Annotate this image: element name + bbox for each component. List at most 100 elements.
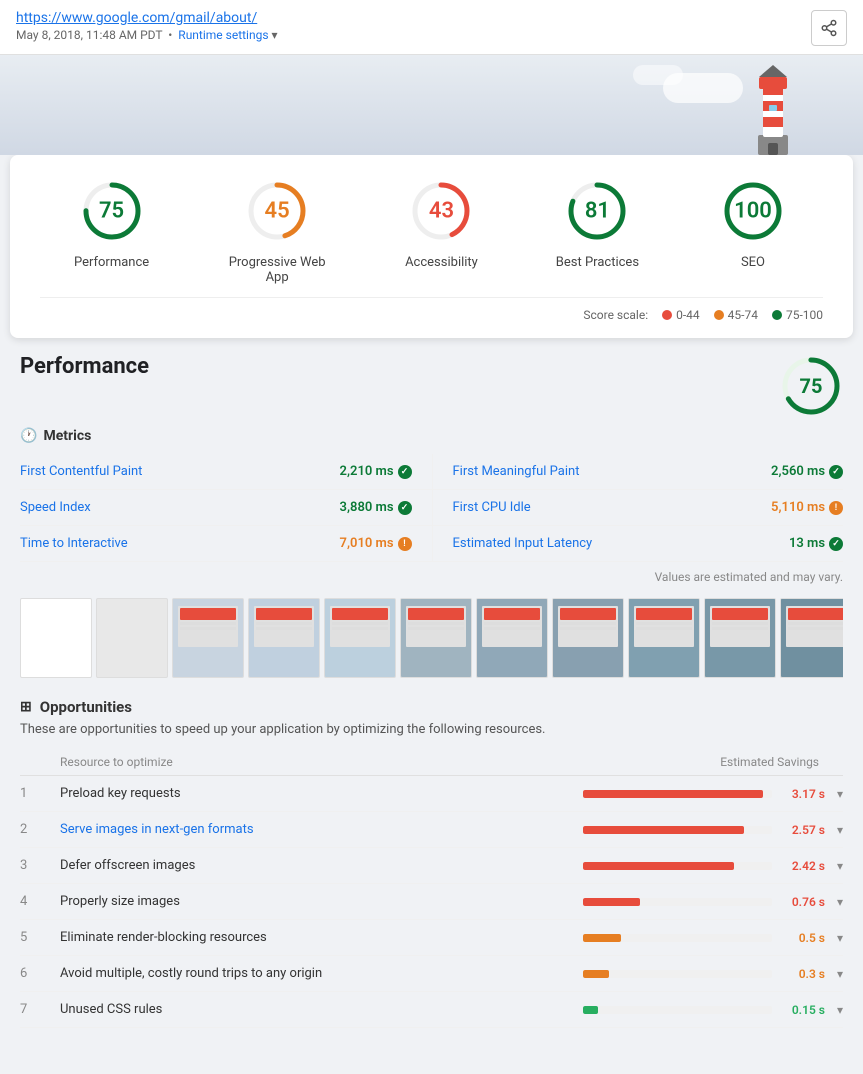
- savings-value: 2.57 s: [780, 823, 825, 837]
- stopwatch-icon: 🕐: [20, 428, 37, 444]
- metrics-header: 🕐 Metrics: [20, 428, 843, 444]
- opp-name[interactable]: Defer offscreen images: [60, 858, 583, 873]
- savings-value: 2.42 s: [780, 859, 825, 873]
- metric-name[interactable]: Estimated Input Latency: [453, 536, 593, 551]
- hero-banner: [0, 55, 863, 155]
- metric-name[interactable]: First Meaningful Paint: [453, 464, 580, 479]
- opportunities-list: 1 Preload key requests 3.17 s ▾ 2 Serve …: [20, 776, 843, 1028]
- filmstrip-frame: [400, 598, 472, 678]
- scale-dot-red: [662, 310, 672, 320]
- score-item-best-practices[interactable]: 81 Best Practices: [556, 175, 639, 270]
- performance-title: Performance: [20, 354, 149, 379]
- metric-value: 2,560 ms ✓: [771, 464, 843, 479]
- metric-name[interactable]: First Contentful Paint: [20, 464, 142, 479]
- opp-name[interactable]: Serve images in next-gen formats: [60, 822, 583, 837]
- opp-savings: 0.5 s ▾: [583, 931, 843, 945]
- share-button[interactable]: [811, 10, 847, 46]
- savings-bar-fill: [583, 790, 763, 798]
- chevron-down-icon[interactable]: ▾: [837, 787, 843, 801]
- opportunity-row[interactable]: 5 Eliminate render-blocking resources 0.…: [20, 920, 843, 956]
- metric-name[interactable]: Speed Index: [20, 500, 91, 515]
- metric-value: 2,210 ms ✓: [340, 464, 412, 479]
- chevron-down-icon[interactable]: ▾: [837, 931, 843, 945]
- metric-name[interactable]: First CPU Idle: [453, 500, 531, 515]
- metric-row: Speed Index 3,880 ms ✓: [20, 490, 432, 526]
- filmstrip-frame: [628, 598, 700, 678]
- opp-number: 3: [20, 858, 60, 873]
- score-item-seo[interactable]: 100 SEO: [717, 175, 789, 270]
- performance-score-circle: 75: [779, 354, 843, 418]
- score-value-pwa: 45: [265, 199, 290, 224]
- filmstrip: [20, 594, 843, 682]
- score-value-performance: 75: [99, 199, 124, 224]
- status-dot-green: ✓: [829, 537, 843, 551]
- metric-value: 13 ms ✓: [789, 536, 843, 551]
- status-dot-green: ✓: [398, 465, 412, 479]
- score-item-performance[interactable]: 75 Performance: [74, 175, 149, 270]
- chevron-down-icon[interactable]: ▾: [837, 967, 843, 981]
- scale-red: 0-44: [662, 308, 700, 322]
- scores-card: 75 Performance 45 Progressive Web App 43…: [10, 155, 853, 338]
- savings-bar-fill: [583, 970, 609, 978]
- opp-savings: 2.57 s ▾: [583, 823, 843, 837]
- score-item-pwa[interactable]: 45 Progressive Web App: [227, 175, 327, 285]
- opp-savings: 2.42 s ▾: [583, 859, 843, 873]
- opp-number: 6: [20, 966, 60, 981]
- performance-score-value: 75: [800, 374, 823, 398]
- opp-name[interactable]: Preload key requests: [60, 786, 583, 801]
- opp-savings: 3.17 s ▾: [583, 787, 843, 801]
- opportunities-header: ⊞ Opportunities: [20, 698, 843, 716]
- savings-bar-fill: [583, 898, 640, 906]
- scale-dot-orange: [714, 310, 724, 320]
- grid-icon: ⊞: [20, 699, 32, 715]
- filmstrip-frame: [172, 598, 244, 678]
- main-content: Performance 75 🕐 Metrics First Contentfu…: [0, 338, 863, 1044]
- filmstrip-frame: [248, 598, 320, 678]
- top-bar: https://www.google.com/gmail/about/ May …: [0, 0, 863, 55]
- chevron-down-icon[interactable]: ▾: [837, 859, 843, 873]
- opportunity-row[interactable]: 2 Serve images in next-gen formats 2.57 …: [20, 812, 843, 848]
- page-url[interactable]: https://www.google.com/gmail/about/: [16, 10, 278, 26]
- chevron-down-icon[interactable]: ▾: [837, 895, 843, 909]
- savings-bar-fill: [583, 862, 734, 870]
- scale-orange: 45-74: [714, 308, 758, 322]
- opportunity-row[interactable]: 1 Preload key requests 3.17 s ▾: [20, 776, 843, 812]
- metric-row: Time to Interactive 7,010 ms !: [20, 526, 432, 562]
- savings-bar-bg: [583, 790, 772, 798]
- opportunity-row[interactable]: 4 Properly size images 0.76 s ▾: [20, 884, 843, 920]
- opp-name[interactable]: Avoid multiple, costly round trips to an…: [60, 966, 583, 981]
- savings-bar-bg: [583, 934, 772, 942]
- opp-name[interactable]: Eliminate render-blocking resources: [60, 930, 583, 945]
- score-label-pwa: Progressive Web App: [227, 255, 327, 285]
- opportunity-row[interactable]: 3 Defer offscreen images 2.42 s ▾: [20, 848, 843, 884]
- metric-name[interactable]: Time to Interactive: [20, 536, 128, 551]
- opportunity-row[interactable]: 7 Unused CSS rules 0.15 s ▾: [20, 992, 843, 1028]
- savings-value: 0.3 s: [780, 967, 825, 981]
- opportunity-row[interactable]: 6 Avoid multiple, costly round trips to …: [20, 956, 843, 992]
- opp-number: 2: [20, 822, 60, 837]
- opp-number: 1: [20, 786, 60, 801]
- score-label-best-practices: Best Practices: [556, 255, 639, 270]
- savings-bar-bg: [583, 970, 772, 978]
- metric-row: Estimated Input Latency 13 ms ✓: [432, 526, 844, 562]
- opp-name[interactable]: Unused CSS rules: [60, 1002, 583, 1017]
- scale-row: Score scale: 0-44 45-74 75-100: [40, 297, 823, 322]
- opp-number: 4: [20, 894, 60, 909]
- metrics-section: 🕐 Metrics First Contentful Paint 2,210 m…: [20, 428, 843, 584]
- score-circle-seo: 100: [717, 175, 789, 247]
- score-value-accessibility: 43: [429, 199, 454, 224]
- chevron-down-icon[interactable]: ▾: [837, 823, 843, 837]
- filmstrip-frame: [780, 598, 843, 678]
- opp-name[interactable]: Properly size images: [60, 894, 583, 909]
- filmstrip-frame: [552, 598, 624, 678]
- savings-bar-bg: [583, 826, 772, 834]
- opportunities-section: ⊞ Opportunities These are opportunities …: [20, 698, 843, 1028]
- scale-dot-green: [772, 310, 782, 320]
- col-savings: Estimated Savings: [583, 755, 843, 769]
- filmstrip-frame: [704, 598, 776, 678]
- score-item-accessibility[interactable]: 43 Accessibility: [405, 175, 478, 270]
- opportunities-table-header: Resource to optimize Estimated Savings: [20, 751, 843, 776]
- runtime-settings-link[interactable]: Runtime settings: [178, 28, 268, 42]
- chevron-down-icon[interactable]: ▾: [837, 1003, 843, 1017]
- savings-bar-fill: [583, 826, 744, 834]
